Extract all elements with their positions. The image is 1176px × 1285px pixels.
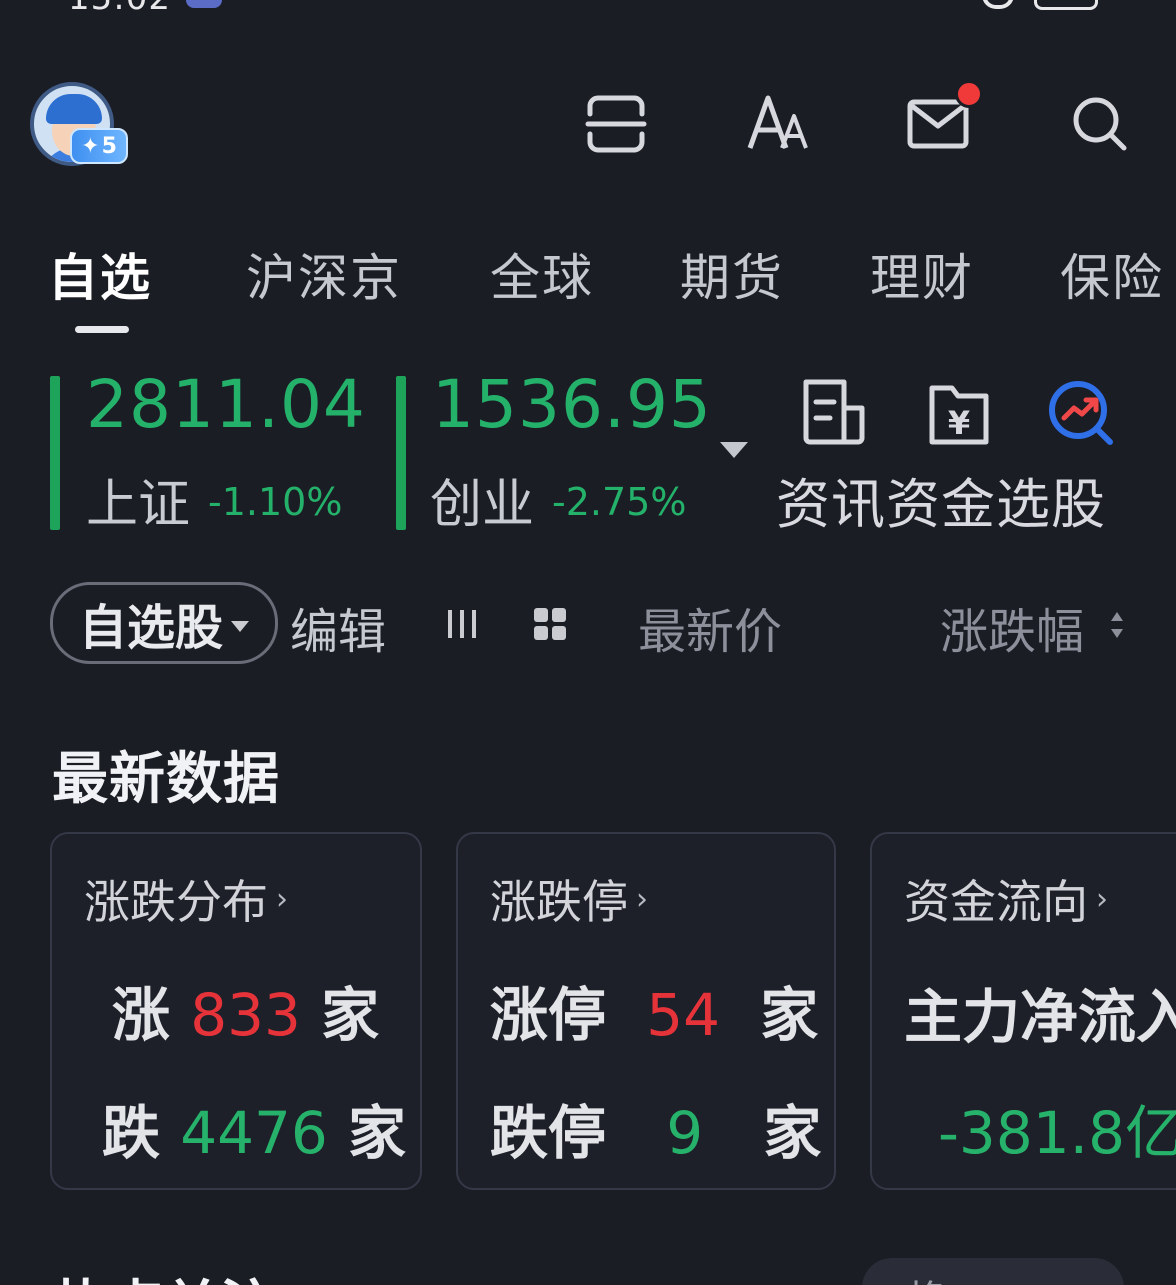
svg-text:¥: ¥: [948, 404, 970, 442]
tab-wealth[interactable]: 理财: [870, 238, 974, 310]
index-value-sse[interactable]: 2811.04: [86, 366, 366, 443]
card-title-text: 涨跌停: [490, 875, 628, 929]
card-limit-up-down[interactable]: 涨跌停 › 涨停 54 家 跌停 9 家: [456, 832, 836, 1190]
section-title-latest-data: 最新数据: [52, 747, 280, 812]
section-title-hot-focus: 热点关注: [52, 1262, 276, 1285]
column-header-latest-price[interactable]: 最新价: [638, 592, 782, 662]
limit-down-count: 9: [666, 1099, 704, 1167]
column-header-change-percent[interactable]: 涨跌幅: [940, 592, 1084, 662]
battery-icon: [1034, 0, 1098, 10]
status-eye-icon: [982, 0, 1014, 9]
search-icon[interactable]: [1068, 92, 1132, 156]
card-title: 涨跌停 ›: [490, 866, 648, 932]
news-icon[interactable]: [800, 378, 870, 448]
mail-notification-dot: [955, 80, 983, 108]
up-count: 833: [190, 981, 301, 1049]
card-title-text: 资金流向: [904, 875, 1088, 929]
grid-view-icon[interactable]: [532, 606, 568, 642]
limit-down-row: 跌停 9 家: [490, 1099, 822, 1167]
level-badge-value: 5: [101, 133, 117, 159]
limit-up-row: 涨停 54 家: [490, 981, 819, 1049]
card-up-down-distribution[interactable]: 涨跌分布 › 涨 833 家 跌 4476 家: [50, 832, 422, 1190]
tab-global[interactable]: 全球: [490, 238, 594, 310]
up-count-row: 涨 833 家: [112, 981, 380, 1049]
main-net-inflow-value: -381.8亿: [938, 1099, 1176, 1167]
edit-button[interactable]: 编辑: [290, 592, 386, 662]
sort-icon[interactable]: [1110, 610, 1124, 640]
level-badge: ✦ 5: [70, 128, 128, 164]
funds-icon[interactable]: ¥: [924, 378, 994, 448]
avatar-hair: [46, 94, 102, 124]
active-tab-indicator: [75, 326, 129, 333]
down-count-row: 跌 4476 家: [102, 1099, 407, 1167]
tab-watchlist[interactable]: 自选: [48, 238, 152, 310]
index-trend-bar: [396, 376, 406, 530]
chevron-right-icon: ›: [1096, 881, 1108, 917]
tab-insurance[interactable]: 保险: [1060, 238, 1164, 310]
watchlist-group-label: 自选股: [79, 600, 224, 656]
index-change-sse: -1.10%: [208, 480, 343, 524]
list-view-icon[interactable]: [444, 606, 480, 642]
watchlist-group-dropdown[interactable]: 自选股: [50, 582, 278, 664]
index-expand-caret-icon[interactable]: [720, 442, 748, 458]
scan-icon[interactable]: [584, 92, 648, 156]
down-count: 4476: [180, 1099, 328, 1167]
index-trend-bar: [50, 376, 60, 530]
index-change-chinext: -2.75%: [552, 480, 687, 524]
card-title-text: 涨跌分布: [84, 875, 268, 929]
tab-shanghai-shenzhen-beijing[interactable]: 沪深京: [246, 238, 402, 310]
status-indicators: [982, 0, 1098, 10]
tab-futures[interactable]: 期货: [680, 238, 784, 310]
index-value-chinext[interactable]: 1536.95: [432, 366, 712, 443]
status-app-icon: [186, 0, 222, 8]
chevron-right-icon: ›: [636, 881, 648, 917]
card-title: 涨跌分布 ›: [84, 866, 288, 932]
refresh-button[interactable]: 换一换: [862, 1258, 1124, 1285]
index-name-sse: 上证: [86, 475, 191, 535]
status-time: 15:02: [68, 0, 171, 18]
font-size-icon[interactable]: [746, 92, 810, 156]
main-net-inflow-label: 主力净流入: [904, 983, 1176, 1051]
card-title: 资金流向 ›: [904, 866, 1108, 932]
quick-actions-label[interactable]: 资讯资金选股: [776, 460, 1106, 539]
card-fund-flow[interactable]: 资金流向 › 主力净流入 -381.8亿: [870, 832, 1176, 1190]
chevron-right-icon: ›: [276, 881, 288, 917]
limit-up-count: 54: [646, 981, 721, 1049]
sparkle-icon: ✦: [81, 133, 100, 159]
stock-picker-icon[interactable]: [1046, 378, 1116, 448]
index-name-chinext: 创业: [430, 475, 535, 535]
chevron-down-icon: [231, 620, 250, 632]
